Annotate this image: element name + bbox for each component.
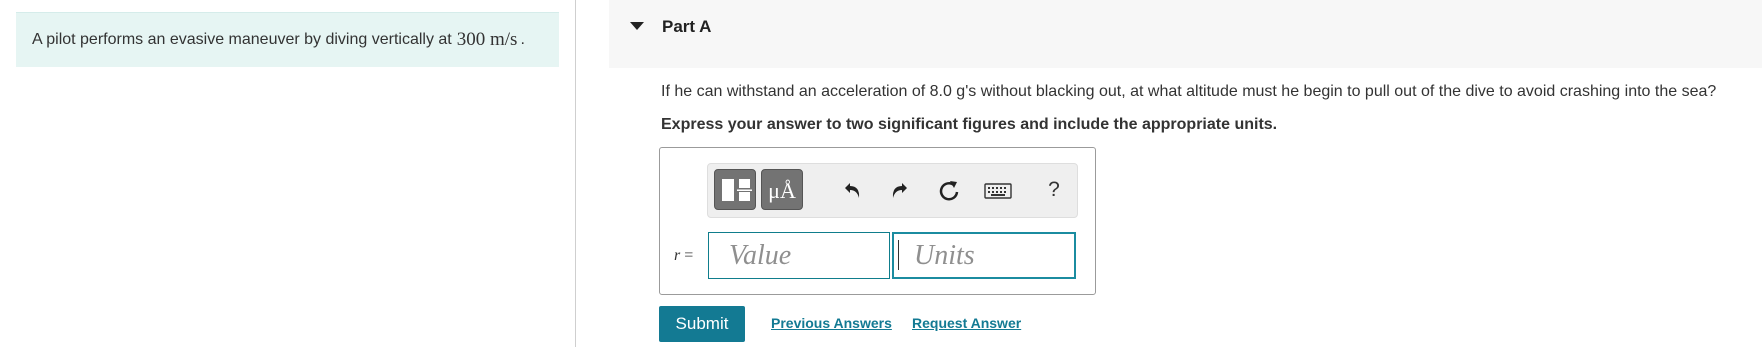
panel-divider <box>575 0 576 347</box>
help-icon: ? <box>1048 178 1060 201</box>
submit-button[interactable]: Submit <box>659 306 745 342</box>
problem-statement: A pilot performs an evasive maneuver by … <box>16 12 559 67</box>
previous-answers-link[interactable]: Previous Answers <box>771 315 892 331</box>
collapse-toggle[interactable] <box>625 14 649 38</box>
reset-icon <box>939 181 959 201</box>
templates-icon <box>722 179 752 201</box>
part-title: Part A <box>662 17 712 36</box>
reset-button[interactable] <box>935 177 963 205</box>
request-answer-link[interactable]: Request Answer <box>912 315 1021 331</box>
units-icon: μÅ <box>768 178 796 203</box>
value-input[interactable] <box>708 232 890 279</box>
text-cursor <box>898 240 899 270</box>
instruction-text: Express your answer to two significant f… <box>661 116 1278 133</box>
undo-button[interactable] <box>838 177 866 205</box>
variable-name: r <box>674 247 681 264</box>
help-button[interactable]: ? <box>1040 176 1068 204</box>
problem-unit: m/s <box>490 29 518 50</box>
answer-box: μÅ ? r = Value Units <box>659 147 1096 295</box>
redo-icon <box>892 183 907 198</box>
keyboard-button[interactable] <box>984 181 1012 209</box>
variable-label: r = <box>674 247 693 265</box>
part-header: Part A <box>609 0 1762 68</box>
redo-button[interactable] <box>886 177 914 205</box>
math-toolbar: μÅ ? <box>707 163 1078 218</box>
units-button[interactable]: μÅ <box>761 169 803 210</box>
problem-value: 300 m/s <box>456 29 518 50</box>
undo-icon <box>845 183 860 198</box>
caret-down-icon <box>630 22 644 30</box>
problem-period: . <box>520 31 525 48</box>
units-input[interactable] <box>892 232 1076 279</box>
question-text: If he can withstand an acceleration of 8… <box>661 83 1717 100</box>
equals-sign: = <box>684 247 694 264</box>
templates-button[interactable] <box>714 169 756 210</box>
problem-text: A pilot performs an evasive maneuver by … <box>32 31 452 48</box>
keyboard-icon <box>984 183 1012 199</box>
